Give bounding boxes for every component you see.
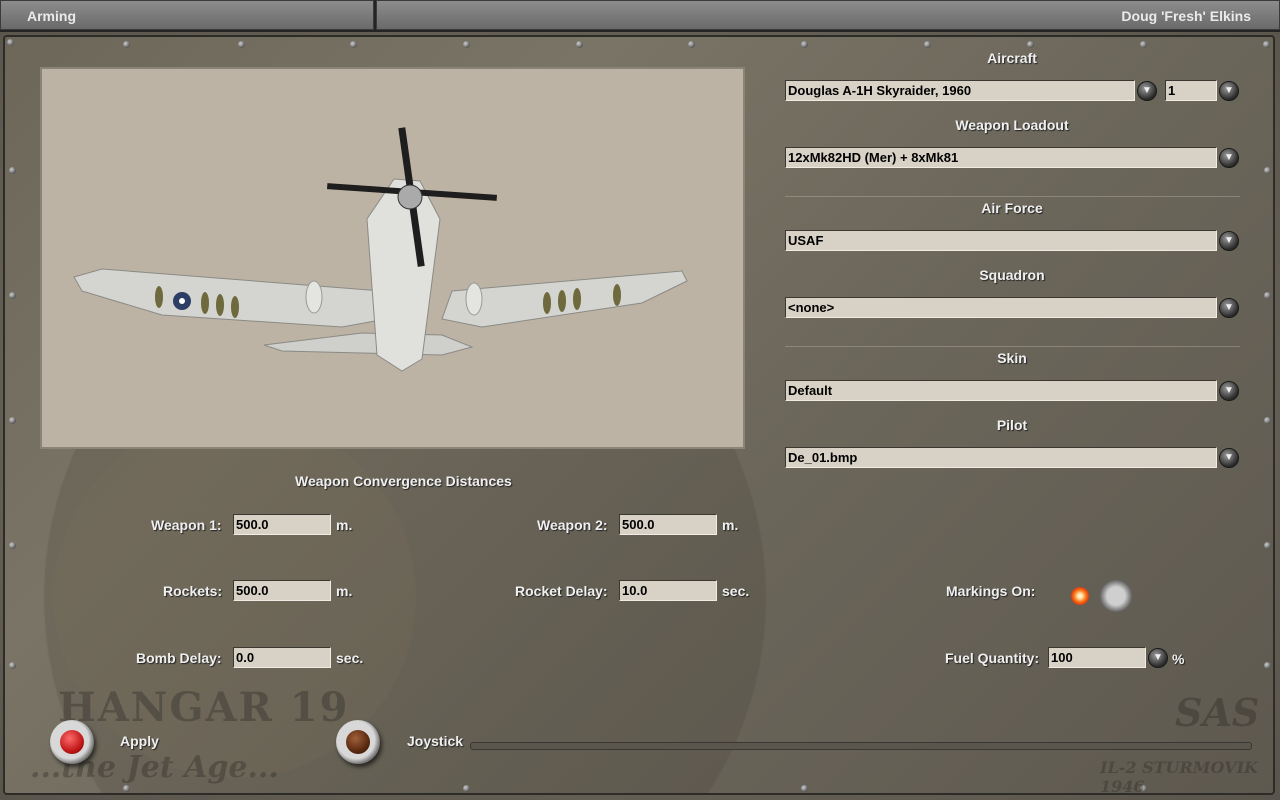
aircraft-model-image [73, 127, 688, 372]
air-force-dropdown-icon[interactable]: ▼ [1219, 231, 1239, 251]
rivet [1264, 417, 1271, 424]
pilot-name-tab: Doug 'Fresh' Elkins [376, 0, 1280, 30]
divider [785, 346, 1240, 347]
rocket-delay-unit: sec. [722, 583, 750, 599]
apply-button[interactable] [50, 720, 94, 764]
bomb-delay-label: Bomb Delay: [136, 650, 222, 666]
weapon-loadout-label: Weapon Loadout [955, 117, 1069, 133]
rivet [1027, 41, 1034, 48]
rivet [1140, 41, 1147, 48]
squadron-select[interactable]: <none> [785, 297, 1217, 318]
rivet [576, 41, 583, 48]
rocket-delay-label: Rocket Delay: [515, 583, 608, 599]
convergence-title: Weapon Convergence Distances [295, 473, 512, 489]
rivet [7, 39, 14, 46]
pilot-label: Pilot [996, 417, 1028, 433]
rivet [801, 41, 808, 48]
weapon2-unit: m. [722, 517, 739, 533]
skin-dropdown-icon[interactable]: ▼ [1219, 381, 1239, 401]
markings-toggle[interactable] [1100, 580, 1132, 612]
rivet [801, 785, 808, 792]
weapon2-label: Weapon 2: [537, 517, 608, 533]
rockets-unit: m. [336, 583, 353, 599]
bottom-track [470, 742, 1252, 750]
weapon1-label: Weapon 1: [151, 517, 222, 533]
joystick-button[interactable] [336, 720, 380, 764]
fuel-select[interactable]: 100 [1048, 647, 1146, 668]
air-force-select[interactable]: USAF [785, 230, 1217, 251]
rivet [463, 41, 470, 48]
rivet [9, 417, 16, 424]
weapon-loadout-dropdown-icon[interactable]: ▼ [1219, 148, 1239, 168]
aircraft-count-dropdown-icon[interactable]: ▼ [1219, 81, 1239, 101]
weapon1-unit: m. [336, 517, 353, 533]
joystick-label[interactable]: Joystick [407, 733, 463, 749]
tab-arming[interactable]: Arming [0, 0, 374, 30]
aircraft-label: Aircraft [987, 50, 1037, 66]
rockets-label: Rockets: [163, 583, 223, 599]
rivet [238, 41, 245, 48]
aircraft-preview[interactable] [40, 67, 745, 449]
rivet [1264, 542, 1271, 549]
rivet [9, 542, 16, 549]
divider [785, 196, 1240, 197]
rivet [1264, 662, 1271, 669]
hangar19-logo: HANGAR 19 [58, 684, 350, 731]
air-force-label: Air Force [981, 200, 1043, 216]
markings-label: Markings On: [946, 583, 1036, 599]
fuel-dropdown-icon[interactable]: ▼ [1148, 648, 1168, 668]
aircraft-count-select[interactable]: 1 [1165, 80, 1217, 101]
apply-button-light [60, 730, 84, 754]
rivet [1264, 292, 1271, 299]
rivet [9, 167, 16, 174]
rivet [463, 785, 470, 792]
rivet [9, 292, 16, 299]
joystick-button-light [346, 730, 370, 754]
rivet [350, 41, 357, 48]
aircraft-select[interactable]: Douglas A-1H Skyraider, 1960 [785, 80, 1135, 101]
weapon1-input[interactable]: 500.0 [233, 514, 331, 535]
pilot-select[interactable]: De_01.bmp [785, 447, 1217, 468]
rocket-delay-input[interactable]: 10.0 [619, 580, 717, 601]
fuel-unit: % [1172, 651, 1185, 667]
rivet [1264, 167, 1271, 174]
rivet [9, 662, 16, 669]
rivet [123, 41, 130, 48]
skin-select[interactable]: Default [785, 380, 1217, 401]
sas-logo: SAS [1175, 690, 1260, 735]
squadron-label: Squadron [979, 267, 1045, 283]
rockets-input[interactable]: 500.0 [233, 580, 331, 601]
title-bar: Arming Doug 'Fresh' Elkins [0, 0, 1280, 32]
pilot-dropdown-icon[interactable]: ▼ [1219, 448, 1239, 468]
bomb-delay-input[interactable]: 0.0 [233, 647, 331, 668]
rivet [924, 41, 931, 48]
weapon2-input[interactable]: 500.0 [619, 514, 717, 535]
rivet [1263, 41, 1270, 48]
apply-label[interactable]: Apply [120, 733, 159, 749]
weapon-loadout-select[interactable]: 12xMk82HD (Mer) + 8xMk81 [785, 147, 1217, 168]
rivet [688, 41, 695, 48]
aircraft-dropdown-icon[interactable]: ▼ [1137, 81, 1157, 101]
fuel-label: Fuel Quantity: [945, 650, 1040, 666]
rivet [123, 785, 130, 792]
il2-logo: IL-2 STURMOVIK 1946 [1100, 758, 1258, 796]
markings-indicator-lamp [1071, 587, 1089, 605]
skin-label: Skin [997, 350, 1027, 366]
bomb-delay-unit: sec. [336, 650, 364, 666]
squadron-dropdown-icon[interactable]: ▼ [1219, 298, 1239, 318]
